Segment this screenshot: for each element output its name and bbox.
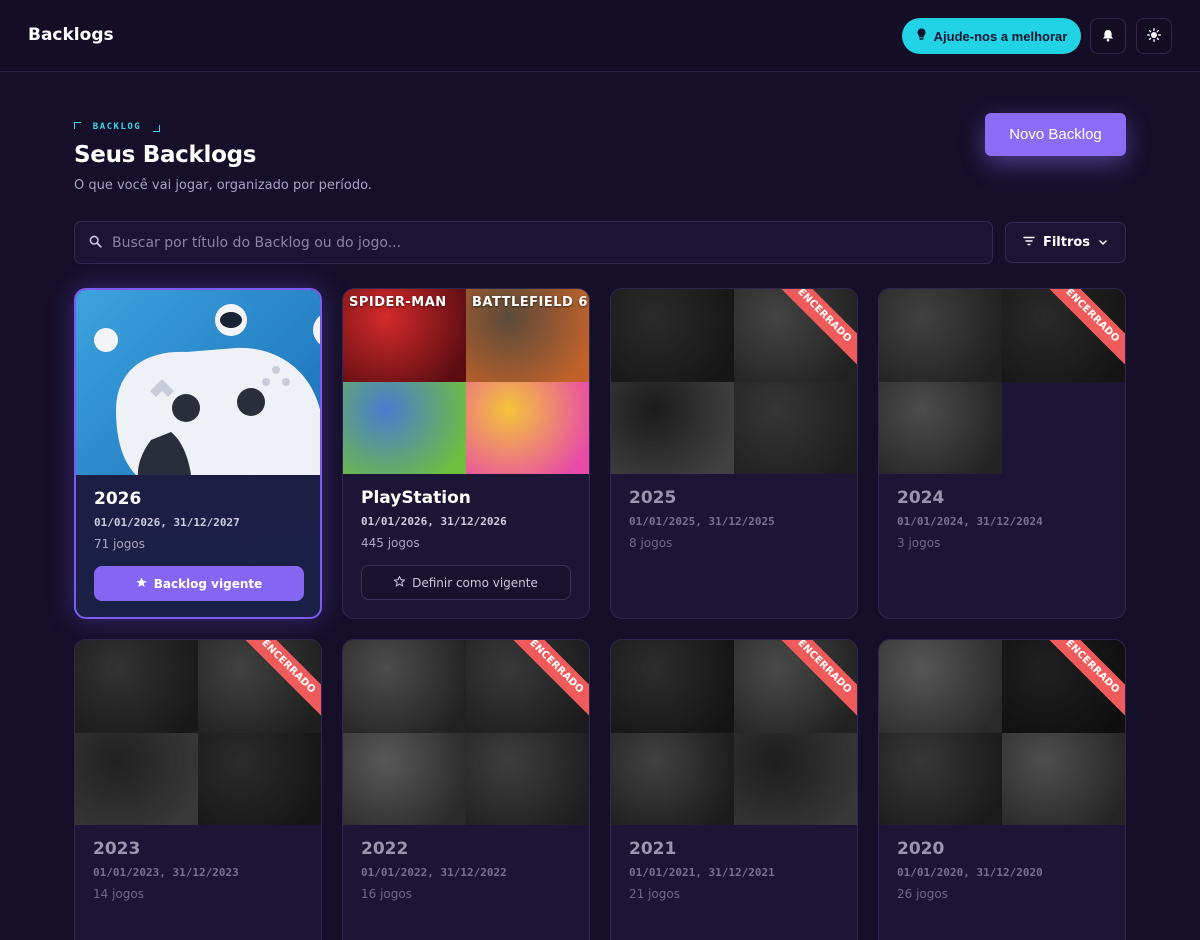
backlog-game-count: 8 jogos: [629, 536, 673, 550]
card-button-label: Backlog vigente: [153, 576, 263, 591]
search-icon: [89, 233, 102, 252]
backlog-card[interactable]: ENCERRADO 2020 01/01/2020, 31/12/2020 26 jo…: [878, 639, 1126, 940]
filters-button[interactable]: Filtros: [1005, 222, 1126, 263]
backlog-dates: 01/01/2025, 31/12/2025: [629, 515, 775, 528]
cover-tile: [466, 732, 589, 825]
backlog-title: 2022: [361, 839, 409, 859]
cover-tile: SPIDER-MAN: [343, 289, 466, 382]
backlog-title: 2021: [629, 839, 677, 859]
lightbulb-icon: [916, 28, 927, 44]
cover-tile: [75, 640, 198, 733]
backlog-card[interactable]: 2026 01/01/2026, 31/12/2027 71 jogos Backlo…: [74, 288, 322, 619]
backlog-game-count: 3 jogos: [897, 536, 941, 550]
section-eyebrow: BACKLOG: [74, 122, 160, 132]
help-improve-button[interactable]: Ajude-nos a melhorar: [902, 18, 1081, 54]
cover-tile: [879, 640, 1002, 733]
app-title[interactable]: Backlogs: [28, 25, 114, 45]
backlog-game-count: 14 jogos: [93, 887, 144, 901]
backlog-card[interactable]: ENCERRADO 2022 01/01/2022, 31/12/2022 16 jo…: [342, 639, 590, 940]
cover-tile: [879, 381, 1002, 474]
cover-tile: [1002, 732, 1125, 825]
cover-tile: [466, 381, 589, 474]
backlog-title: 2024: [897, 488, 945, 508]
backlog-dates: 01/01/2024, 31/12/2024: [897, 515, 1043, 528]
backlog-dates: 01/01/2021, 31/12/2021: [629, 866, 775, 879]
backlog-cover: SPIDER-MAN BATTLEFIELD 6: [343, 289, 589, 474]
backlog-game-count: 16 jogos: [361, 887, 412, 901]
cover-tile: [343, 381, 466, 474]
chevron-down-icon: [1098, 235, 1108, 250]
cover-image: [76, 290, 320, 475]
backlog-cover: [76, 290, 320, 475]
bell-icon: [1102, 27, 1114, 46]
set-current-button[interactable]: Definir como vigente: [361, 565, 571, 600]
backlog-card[interactable]: SPIDER-MAN BATTLEFIELD 6 PlayStation 01/01/…: [342, 288, 590, 619]
cover-tile: [611, 640, 734, 733]
backlog-title: 2025: [629, 488, 677, 508]
current-backlog-button[interactable]: Backlog vigente: [94, 566, 304, 601]
backlog-dates: 01/01/2026, 31/12/2026: [361, 515, 507, 528]
notifications-button[interactable]: [1090, 18, 1126, 54]
sun-icon: [1147, 27, 1161, 46]
backlog-title: 2023: [93, 839, 141, 859]
cover-tile: [734, 732, 857, 825]
backlog-card[interactable]: ENCERRADO 2023 01/01/2023, 31/12/2023 14 jo…: [74, 639, 322, 940]
backlog-game-count: 26 jogos: [897, 887, 948, 901]
backlog-dates: 01/01/2026, 31/12/2027: [94, 516, 240, 529]
cover-tile: [879, 289, 1002, 382]
backlog-title: 2020: [897, 839, 945, 859]
card-button-label: Definir como vigente: [412, 575, 538, 590]
cover-tile: [611, 732, 734, 825]
cover-tile: [343, 732, 466, 825]
cover-tile-label: BATTLEFIELD 6: [472, 295, 588, 310]
eyebrow-corner-left: [74, 122, 81, 129]
backlog-game-count: 445 jogos: [361, 536, 420, 550]
star-outline-icon: [393, 574, 406, 590]
search-bar: [74, 221, 993, 264]
backlog-dates: 01/01/2022, 31/12/2022: [361, 866, 507, 879]
cover-tile: [198, 732, 321, 825]
cover-tile: [734, 381, 857, 474]
backlog-card[interactable]: ENCERRADO 2024 01/01/2024, 31/12/2024 3 jog…: [878, 288, 1126, 619]
filters-label: Filtros: [1042, 235, 1091, 250]
cover-tile: [611, 289, 734, 382]
cover-tile: [879, 732, 1002, 825]
new-backlog-button[interactable]: Novo Backlog: [985, 113, 1126, 156]
help-improve-label: Ajude-nos a melhorar: [933, 28, 1068, 44]
star-filled-icon: [136, 577, 147, 591]
cover-tile: [611, 381, 734, 474]
cover-tile: BATTLEFIELD 6: [466, 289, 589, 382]
theme-toggle-button[interactable]: [1136, 18, 1172, 54]
backlog-game-count: 21 jogos: [629, 887, 680, 901]
cover-tile-label: SPIDER-MAN: [349, 295, 447, 310]
top-bar: Backlogs Ajude-nos a melhorar: [0, 0, 1200, 72]
backlog-dates: 01/01/2023, 31/12/2023: [93, 866, 239, 879]
backlog-title: 2026: [94, 489, 142, 509]
backlog-card[interactable]: ENCERRADO 2025 01/01/2025, 31/12/2025 8 jog…: [610, 288, 858, 619]
cover-tile: [343, 640, 466, 733]
backlog-title: PlayStation: [361, 488, 471, 508]
eyebrow-label: BACKLOG: [92, 122, 142, 132]
page-title: Seus Backlogs: [74, 142, 257, 168]
backlog-game-count: 71 jogos: [94, 537, 145, 551]
cover-tile: [75, 732, 198, 825]
page-subtitle: O que você vai jogar, organizado por per…: [74, 178, 372, 193]
backlog-dates: 01/01/2020, 31/12/2020: [897, 866, 1043, 879]
search-input[interactable]: [112, 234, 972, 251]
filter-icon: [1023, 235, 1035, 250]
eyebrow-corner-right: [153, 125, 160, 132]
controller-art-icon: [94, 304, 320, 475]
backlog-card[interactable]: ENCERRADO 2021 01/01/2021, 31/12/2021 21 jo…: [610, 639, 858, 940]
